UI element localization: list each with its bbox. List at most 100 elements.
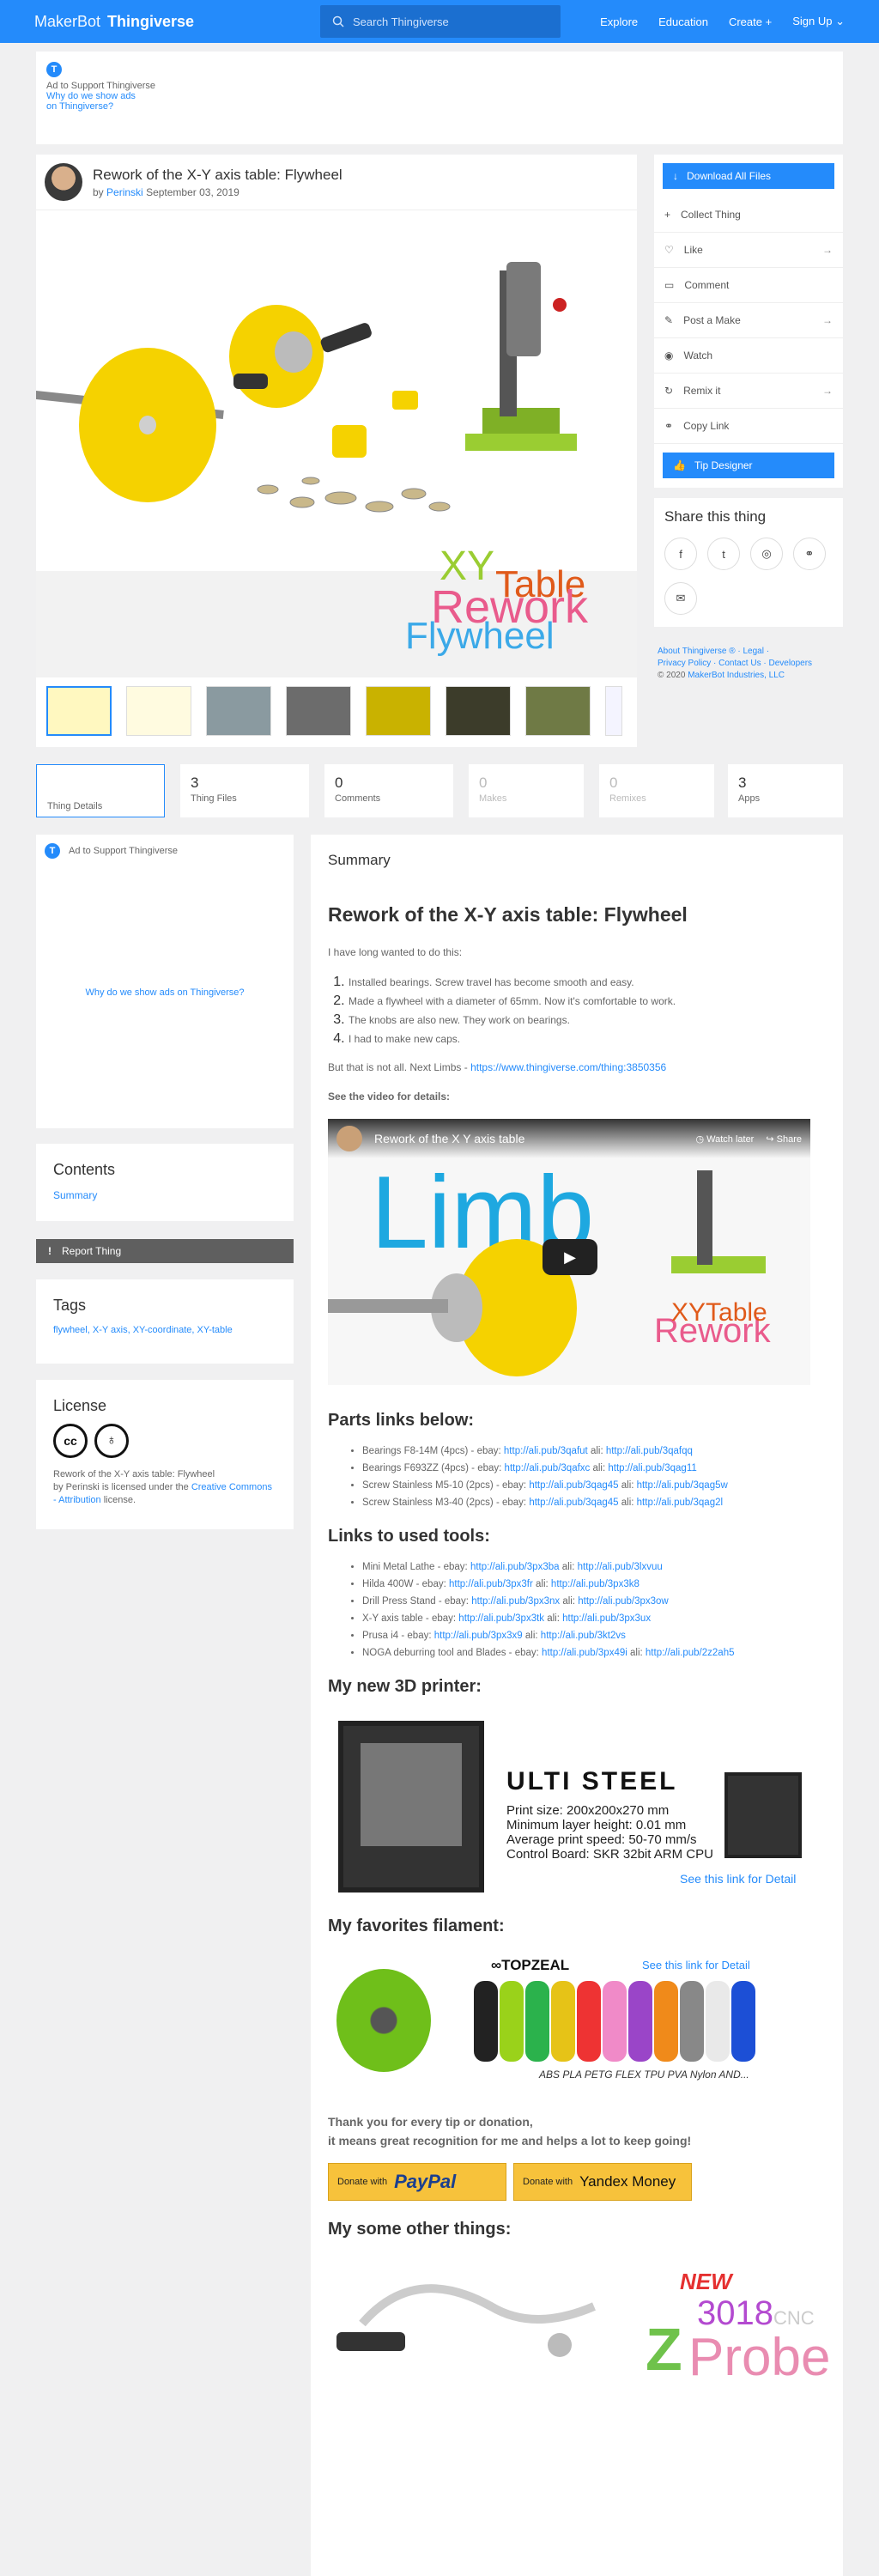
report-thing-button[interactable]: ! Report Thing	[36, 1239, 294, 1263]
whatsapp-icon[interactable]: ◎	[750, 538, 783, 570]
thumbnail[interactable]	[206, 686, 271, 736]
thumbnail[interactable]	[446, 686, 511, 736]
play-button[interactable]: ▶	[543, 1239, 597, 1275]
donate-paypal-button[interactable]: Donate with PayPal	[328, 2163, 506, 2201]
video-embed[interactable]: Rework of the X Y axis table ◷ Watch lat…	[328, 1119, 810, 1385]
thumbnail[interactable]	[126, 686, 191, 736]
ebay-link[interactable]: http://ali.pub/3qag45	[529, 1480, 618, 1491]
ebay-link[interactable]: http://ali.pub/3qafxc	[505, 1463, 591, 1473]
nav-signup[interactable]: Sign Up ⌄	[792, 15, 845, 28]
tab-apps[interactable]: 3 Apps	[728, 764, 843, 817]
ali-link[interactable]: http://ali.pub/3qafqq	[606, 1446, 693, 1456]
ali-link[interactable]: http://ali.pub/3qag5w	[637, 1480, 728, 1491]
ebay-link[interactable]: http://ali.pub/3px3tk	[458, 1613, 544, 1624]
ali-link[interactable]: http://ali.pub/2z2ah5	[646, 1648, 735, 1658]
nav-education[interactable]: Education	[658, 15, 708, 28]
donate-yandex-button[interactable]: Donate with Yandex Money	[513, 2163, 692, 2201]
ali-link[interactable]: http://ali.pub/3px3ux	[562, 1613, 651, 1624]
watch-button[interactable]: ◉ Watch	[654, 338, 843, 374]
contents-link-summary[interactable]: Summary	[53, 1189, 276, 1201]
printer-banner[interactable]: ULTI STEEL Print size: 200x200x270 mm Mi…	[328, 1712, 826, 1898]
ali-link[interactable]: http://ali.pub/3kt2vs	[541, 1631, 626, 1641]
remix-button[interactable]: ↻ Remix it →	[654, 374, 843, 409]
tab-thing-files[interactable]: 3 Thing Files	[180, 764, 309, 817]
thing-card: Rework of the X-Y axis table: Flywheel b…	[36, 155, 637, 747]
ali-link[interactable]: http://ali.pub/3px3ow	[578, 1596, 669, 1607]
tab-comments[interactable]: 0 Comments	[324, 764, 453, 817]
ad-label: Ad to Support Thingiverse	[69, 846, 178, 856]
hero-image[interactable]: XY Table Rework Flywheel	[36, 210, 637, 677]
ad-why-link[interactable]: Why do we show ads on Thingiverse?	[45, 987, 285, 998]
other-thing-banner[interactable]: Z NEW 3018CNC Probe	[328, 2255, 830, 2392]
ali-link[interactable]: http://ali.pub/3px3k8	[551, 1579, 640, 1589]
probe-cnc: CNC	[773, 2307, 815, 2329]
search-input[interactable]: Search Thingiverse	[320, 5, 561, 38]
post-a-make-button[interactable]: ✎ Post a Make →	[654, 303, 843, 338]
link-icon: ⚭	[664, 420, 674, 432]
ebay-link[interactable]: http://ali.pub/3px3fr	[449, 1579, 533, 1589]
nav-explore[interactable]: Explore	[600, 15, 638, 28]
footer-links-row2[interactable]: Privacy Policy · Contact Us · Developers	[658, 658, 843, 670]
probe-word: Probe	[688, 2328, 831, 2387]
ebay-link[interactable]: http://ali.pub/3qag45	[529, 1498, 618, 1508]
tab-thing-details[interactable]: Thing Details	[36, 764, 165, 817]
filament-detail-link[interactable]: See this link for Detail	[642, 1959, 750, 1971]
ebay-link[interactable]: http://ali.pub/3px3nx	[471, 1596, 560, 1607]
spec-line: Minimum layer height: 0.01 mm	[506, 1818, 687, 1832]
filament-spool	[336, 1969, 431, 2072]
filament-banner[interactable]: ∞TOPZEAL See this link for Detail ABS PL…	[328, 1952, 826, 2098]
nav-create[interactable]: Create +	[729, 15, 772, 28]
ali-label: ali:	[590, 1446, 603, 1456]
ebay-link[interactable]: http://ali.pub/3px3ba	[470, 1562, 560, 1572]
tab-remixes[interactable]: 0 Remixes	[599, 764, 714, 817]
company-link[interactable]: MakerBot Industries, LLC	[688, 671, 785, 680]
collect-thing-button[interactable]: + Collect Thing	[654, 197, 843, 233]
action-label: Post a Make	[683, 314, 741, 326]
ebay-link[interactable]: http://ali.pub/3qafut	[504, 1446, 588, 1456]
copy-link-button[interactable]: ⚭ Copy Link	[654, 409, 843, 444]
avatar[interactable]	[45, 163, 82, 201]
thumbnail[interactable]	[286, 686, 351, 736]
ali-label: ali:	[547, 1613, 560, 1624]
thumbnail[interactable]	[366, 686, 431, 736]
svg-text:XYTable: XYTable	[671, 1298, 767, 1327]
ali-label: ali:	[621, 1480, 634, 1491]
email-icon[interactable]: ✉	[664, 582, 697, 615]
thumbnail[interactable]	[605, 686, 622, 736]
probe-z: Z	[646, 2316, 682, 2383]
site-logo[interactable]: MakerBot Thingiverse	[34, 13, 320, 31]
ali-link[interactable]: http://ali.pub/3qag11	[608, 1463, 696, 1473]
author-link[interactable]: Perinski	[106, 186, 143, 198]
ali-link[interactable]: http://ali.pub/3lxvuu	[578, 1562, 663, 1572]
download-all-button[interactable]: ↓ Download All Files	[663, 163, 834, 189]
ebay-link[interactable]: http://ali.pub/3px3x9	[434, 1631, 523, 1641]
ali-link[interactable]: http://ali.pub/3qag2l	[637, 1498, 723, 1508]
facebook-icon[interactable]: f	[664, 538, 697, 570]
hero-text-flywheel: Flywheel	[405, 615, 555, 657]
eye-icon: ◉	[664, 349, 674, 361]
ebay-link[interactable]: http://ali.pub/3px49i	[542, 1648, 627, 1658]
footer-links-row1[interactable]: About Thingiverse ® · Legal ·	[658, 646, 843, 658]
item-text: Bearings F693ZZ (4pcs) - ebay:	[362, 1463, 502, 1473]
link-icon[interactable]: ⚭	[793, 538, 826, 570]
ad-why-link[interactable]: Why do we show ads	[46, 91, 833, 101]
thing-title: Rework of the X-Y axis table: Flywheel	[93, 166, 343, 183]
license-text-line: license.	[103, 1495, 136, 1505]
tag-list[interactable]: flywheel, X-Y axis, XY-coordinate, XY-ta…	[53, 1325, 276, 1335]
thumbnail[interactable]	[525, 686, 591, 736]
brand-makerbot: MakerBot	[34, 12, 101, 30]
like-button[interactable]: ♡ Like →	[654, 233, 843, 268]
stat-label: Thing Files	[191, 793, 237, 804]
comment-button[interactable]: ▭ Comment	[654, 268, 843, 303]
license-text-line: Rework of the X-Y axis table: Flywheel	[53, 1469, 215, 1479]
ad-why-link-2[interactable]: on Thingiverse?	[46, 101, 833, 112]
thumbnail[interactable]	[46, 686, 112, 736]
tab-makes[interactable]: 0 Makes	[469, 764, 584, 817]
stat-count: 0	[335, 775, 343, 791]
tags-panel: Tags flywheel, X-Y axis, XY-coordinate, …	[36, 1279, 294, 1364]
heart-icon: ♡	[664, 244, 674, 256]
twitter-icon[interactable]: t	[707, 538, 740, 570]
limbs-link[interactable]: https://www.thingiverse.com/thing:385035…	[470, 1061, 666, 1073]
printer-detail-link[interactable]: See this link for Detail	[680, 1872, 796, 1886]
tip-designer-button[interactable]: 👍 Tip Designer	[663, 453, 834, 478]
